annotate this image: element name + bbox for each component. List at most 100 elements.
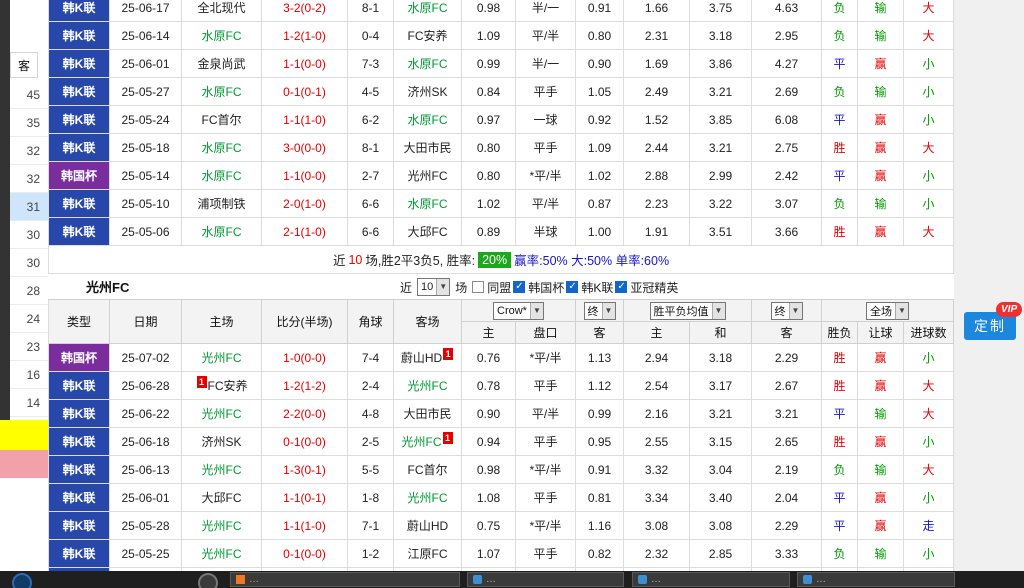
team-name[interactable]: 光州FC	[408, 377, 448, 394]
taskbar-browser-icon[interactable]	[12, 573, 32, 588]
asian-odds-source-select[interactable]: Crow*▼	[493, 302, 544, 320]
cell-score[interactable]: 2-0(1-0)	[262, 190, 348, 218]
cell-score[interactable]: 3-2(0-2)	[262, 0, 348, 22]
team-name[interactable]: 济州SK	[407, 83, 447, 100]
team-name[interactable]: 光州FC	[202, 405, 242, 422]
team-name[interactable]: 水原FC	[408, 195, 448, 212]
cell-home-team[interactable]: 水原FC	[182, 218, 262, 246]
cell-score[interactable]: 1-1(1-0)	[262, 512, 348, 540]
cell-score[interactable]: 2-1(1-0)	[262, 218, 348, 246]
team-name[interactable]: 水原FC	[202, 167, 242, 184]
team-name[interactable]: FC安养	[208, 377, 248, 394]
cell-score[interactable]: 1-0(0-0)	[262, 344, 348, 372]
team-name[interactable]: 大田市民	[403, 405, 451, 422]
cell-home-team[interactable]: 大邱FC	[182, 484, 262, 512]
team-name[interactable]: 金泉尚武	[197, 55, 245, 72]
recent-count-select[interactable]: 10▼	[417, 278, 450, 296]
cell-home-team[interactable]: 光州FC	[182, 540, 262, 568]
cell-score[interactable]: 2-2(0-0)	[262, 400, 348, 428]
cell-away-team[interactable]: 光州FC	[394, 484, 462, 512]
taskbar-app-icon[interactable]	[198, 573, 218, 588]
cell-home-team[interactable]: 水原FC	[182, 22, 262, 50]
team-name[interactable]: 大邱FC	[408, 223, 448, 240]
cell-score[interactable]: 1-3(0-1)	[262, 456, 348, 484]
cell-away-team[interactable]: 济州SK	[394, 78, 462, 106]
team-name[interactable]: 光州FC	[202, 545, 242, 562]
team-name[interactable]: 水原FC	[202, 223, 242, 240]
team-name[interactable]: FC首尔	[202, 111, 242, 128]
cell-away-team[interactable]: 水原FC	[394, 106, 462, 134]
cell-score[interactable]: 1-1(0-0)	[262, 162, 348, 190]
cell-score[interactable]: 1-1(0-1)	[262, 484, 348, 512]
cell-home-team[interactable]: 光州FC	[182, 512, 262, 540]
cell-score[interactable]: 1-2(1-2)	[262, 372, 348, 400]
taskbar-window-button[interactable]: …	[632, 572, 790, 587]
team-name[interactable]: 浦项制铁	[197, 195, 245, 212]
cell-away-team[interactable]: 水原FC	[394, 190, 462, 218]
team-name[interactable]: FC首尔	[408, 461, 448, 478]
cell-away-team[interactable]: 大田市民	[394, 400, 462, 428]
team-name[interactable]: 大邱FC	[202, 489, 242, 506]
cell-away-team[interactable]: FC安养	[394, 22, 462, 50]
checkbox[interactable]	[472, 281, 484, 293]
cell-home-team[interactable]: 光州FC	[182, 456, 262, 484]
cell-score[interactable]: 1-1(0-0)	[262, 50, 348, 78]
team-name[interactable]: 水原FC	[202, 27, 242, 44]
cell-score[interactable]: 0-1(0-1)	[262, 78, 348, 106]
cell-away-team[interactable]: 光州FC	[394, 372, 462, 400]
asian-odds-time-select[interactable]: 终▼	[584, 302, 616, 320]
cell-home-team[interactable]: 全北现代	[182, 0, 262, 22]
cell-away-team[interactable]: FC首尔	[394, 456, 462, 484]
cell-home-team[interactable]: 浦项制铁	[182, 190, 262, 218]
team-name[interactable]: 江原FC	[408, 545, 448, 562]
team-name[interactable]: 光州FC	[202, 517, 242, 534]
cell-home-team[interactable]: 水原FC	[182, 162, 262, 190]
team-name[interactable]: 蔚山HD	[401, 349, 442, 366]
cell-away-team[interactable]: 水原FC	[394, 50, 462, 78]
cell-home-team[interactable]: 水原FC	[182, 78, 262, 106]
taskbar-window-button[interactable]: …	[797, 572, 955, 587]
cell-home-team[interactable]: 光州FC	[182, 344, 262, 372]
team-name[interactable]: 水原FC	[202, 83, 242, 100]
cell-home-team[interactable]: 金泉尚武	[182, 50, 262, 78]
cell-score[interactable]: 3-0(0-0)	[262, 134, 348, 162]
team-name[interactable]: 光州FC	[402, 433, 442, 450]
scope-select[interactable]: 全场▼	[866, 302, 909, 320]
cell-away-team[interactable]: 蔚山HD1	[394, 344, 462, 372]
away-tab[interactable]: 客	[10, 52, 38, 78]
cell-away-team[interactable]: 大田市民	[394, 134, 462, 162]
cell-home-team[interactable]: 光州FC	[182, 400, 262, 428]
checkbox[interactable]	[566, 281, 578, 293]
team-name[interactable]: 水原FC	[408, 111, 448, 128]
cell-home-team[interactable]: 济州SK	[182, 428, 262, 456]
team-name[interactable]: 大田市民	[403, 139, 451, 156]
euro-odds-time-select[interactable]: 终▼	[771, 302, 803, 320]
cell-score[interactable]: 0-1(0-0)	[262, 540, 348, 568]
cell-away-team[interactable]: 水原FC	[394, 0, 462, 22]
cell-away-team[interactable]: 江原FC	[394, 540, 462, 568]
taskbar-window-button[interactable]: …	[467, 572, 624, 587]
team-name[interactable]: 蔚山HD	[407, 517, 448, 534]
team-name[interactable]: 光州FC	[408, 489, 448, 506]
taskbar-window-button[interactable]: …	[230, 572, 460, 587]
team-name[interactable]: 光州FC	[408, 167, 448, 184]
cell-home-team[interactable]: FC首尔	[182, 106, 262, 134]
cell-score[interactable]: 0-1(0-0)	[262, 428, 348, 456]
cell-home-team[interactable]: 水原FC	[182, 134, 262, 162]
team-name[interactable]: 济州SK	[201, 433, 241, 450]
team-name[interactable]: 光州FC	[202, 461, 242, 478]
team-name[interactable]: 水原FC	[408, 55, 448, 72]
team-name[interactable]: 水原FC	[202, 139, 242, 156]
cell-score[interactable]: 1-1(1-0)	[262, 106, 348, 134]
team-name[interactable]: FC安养	[408, 27, 448, 44]
euro-odds-source-select[interactable]: 胜平负均值▼	[650, 302, 726, 320]
checkbox[interactable]	[513, 281, 525, 293]
cell-away-team[interactable]: 光州FC1	[394, 428, 462, 456]
cell-away-team[interactable]: 蔚山HD	[394, 512, 462, 540]
cell-away-team[interactable]: 大邱FC	[394, 218, 462, 246]
team-name[interactable]: 全北现代	[197, 0, 245, 16]
cell-score[interactable]: 1-2(1-0)	[262, 22, 348, 50]
team-name[interactable]: 水原FC	[408, 0, 448, 16]
checkbox[interactable]	[615, 281, 627, 293]
team-name[interactable]: 光州FC	[202, 349, 242, 366]
